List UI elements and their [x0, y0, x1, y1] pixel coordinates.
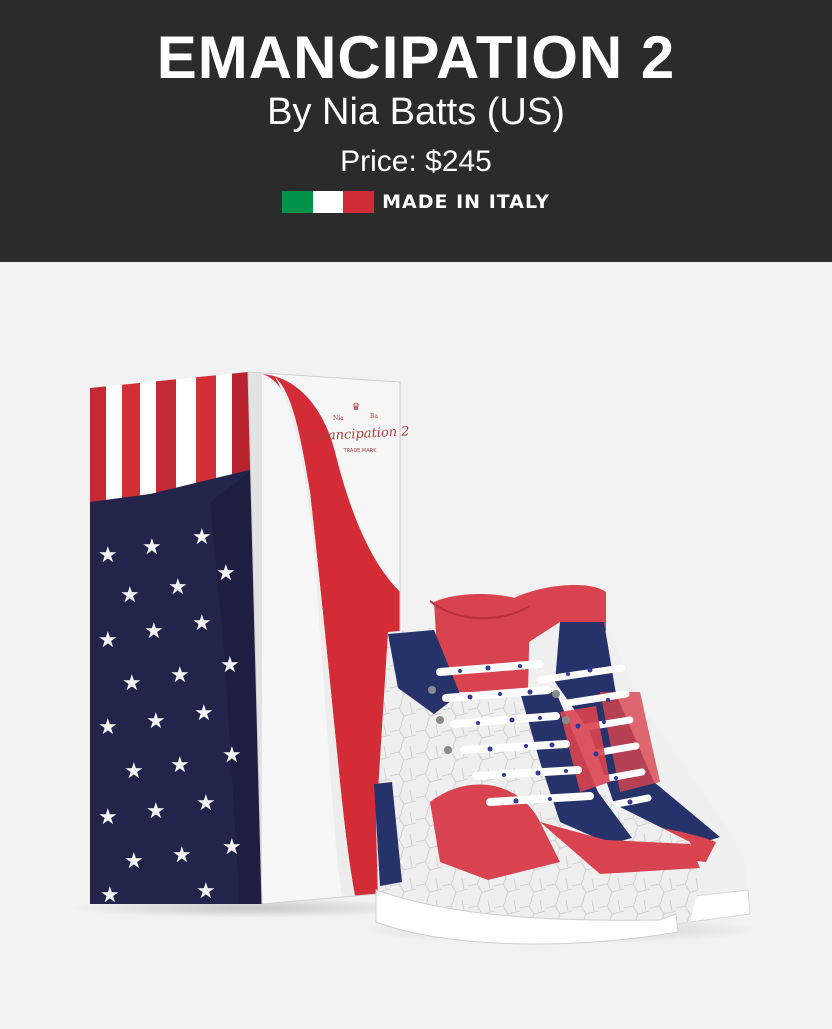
made-in-badge: MADE IN ITALY — [0, 188, 832, 216]
svg-text:★: ★ — [122, 671, 142, 696]
svg-text:★: ★ — [172, 843, 192, 868]
svg-text:★: ★ — [146, 799, 166, 824]
product-title: EMANCIPATION 2 — [156, 24, 676, 91]
svg-text:★: ★ — [192, 611, 212, 636]
product-image: ★ ★ ★ ★ ★ ★ ★ ★ ★ ★ ★ ★ ★ ★ ★ ★ ★ ★ ★ ★ ★ ★ ★ ★ ★ ★ — [0, 262, 832, 1024]
designer-byline: By Nia Batts (US) — [267, 91, 565, 133]
svg-text:★: ★ — [142, 535, 162, 560]
svg-text:★: ★ — [196, 791, 216, 816]
italy-flag-icon — [282, 191, 375, 213]
svg-text:★: ★ — [194, 701, 214, 726]
svg-text:★: ★ — [98, 543, 118, 568]
box-front-flag: ★ ★ ★ ★ ★★ ★ ★ ★ ★ ★ ★ ★ ★ ★ ★ ★ ★ ★ ★ ★ ★ ★ ★ ★ ★ — [90, 372, 262, 904]
box-label-sub: TRADE MARK — [343, 448, 378, 454]
svg-text:★: ★ — [220, 653, 240, 678]
svg-text:★: ★ — [124, 759, 144, 784]
svg-text:★: ★ — [216, 561, 236, 586]
shoe-box: ★ ★ ★ ★ ★★ ★ ★ ★ ★ ★ ★ ★ ★ ★ ★ ★ ★ ★ ★ ★ ★ ★ ★ ★ ★ — [90, 371, 410, 905]
box-label-right-mark: Ba — [370, 413, 378, 420]
svg-text:★: ★ — [192, 525, 212, 550]
svg-text:★: ★ — [170, 753, 190, 778]
product-price: Price: $245 — [340, 145, 492, 178]
svg-text:★: ★ — [170, 663, 190, 688]
svg-text:★: ★ — [146, 709, 166, 734]
product-header: EMANCIPATION 2 By Nia Batts (US) Price: … — [0, 0, 832, 262]
product-photo: ★ ★ ★ ★ ★★ ★ ★ ★ ★ ★ ★ ★ ★ ★ ★ ★ ★ ★ ★ ★ ★ ★ ★ ★ ★ — [70, 371, 760, 945]
svg-text:★: ★ — [144, 619, 164, 644]
svg-text:★: ★ — [120, 583, 140, 608]
svg-text:★: ★ — [98, 715, 118, 740]
svg-text:★: ★ — [98, 628, 118, 653]
svg-text:★: ★ — [222, 835, 242, 860]
box-crown-icon: ♛ — [352, 402, 361, 413]
svg-text:★: ★ — [196, 879, 216, 904]
box-label-left-mark: Nia — [333, 415, 344, 422]
svg-text:★: ★ — [124, 849, 144, 874]
svg-text:★: ★ — [222, 743, 242, 768]
svg-text:★: ★ — [98, 805, 118, 830]
made-in-label: MADE IN ITALY — [382, 191, 550, 213]
svg-text:★: ★ — [168, 575, 188, 600]
